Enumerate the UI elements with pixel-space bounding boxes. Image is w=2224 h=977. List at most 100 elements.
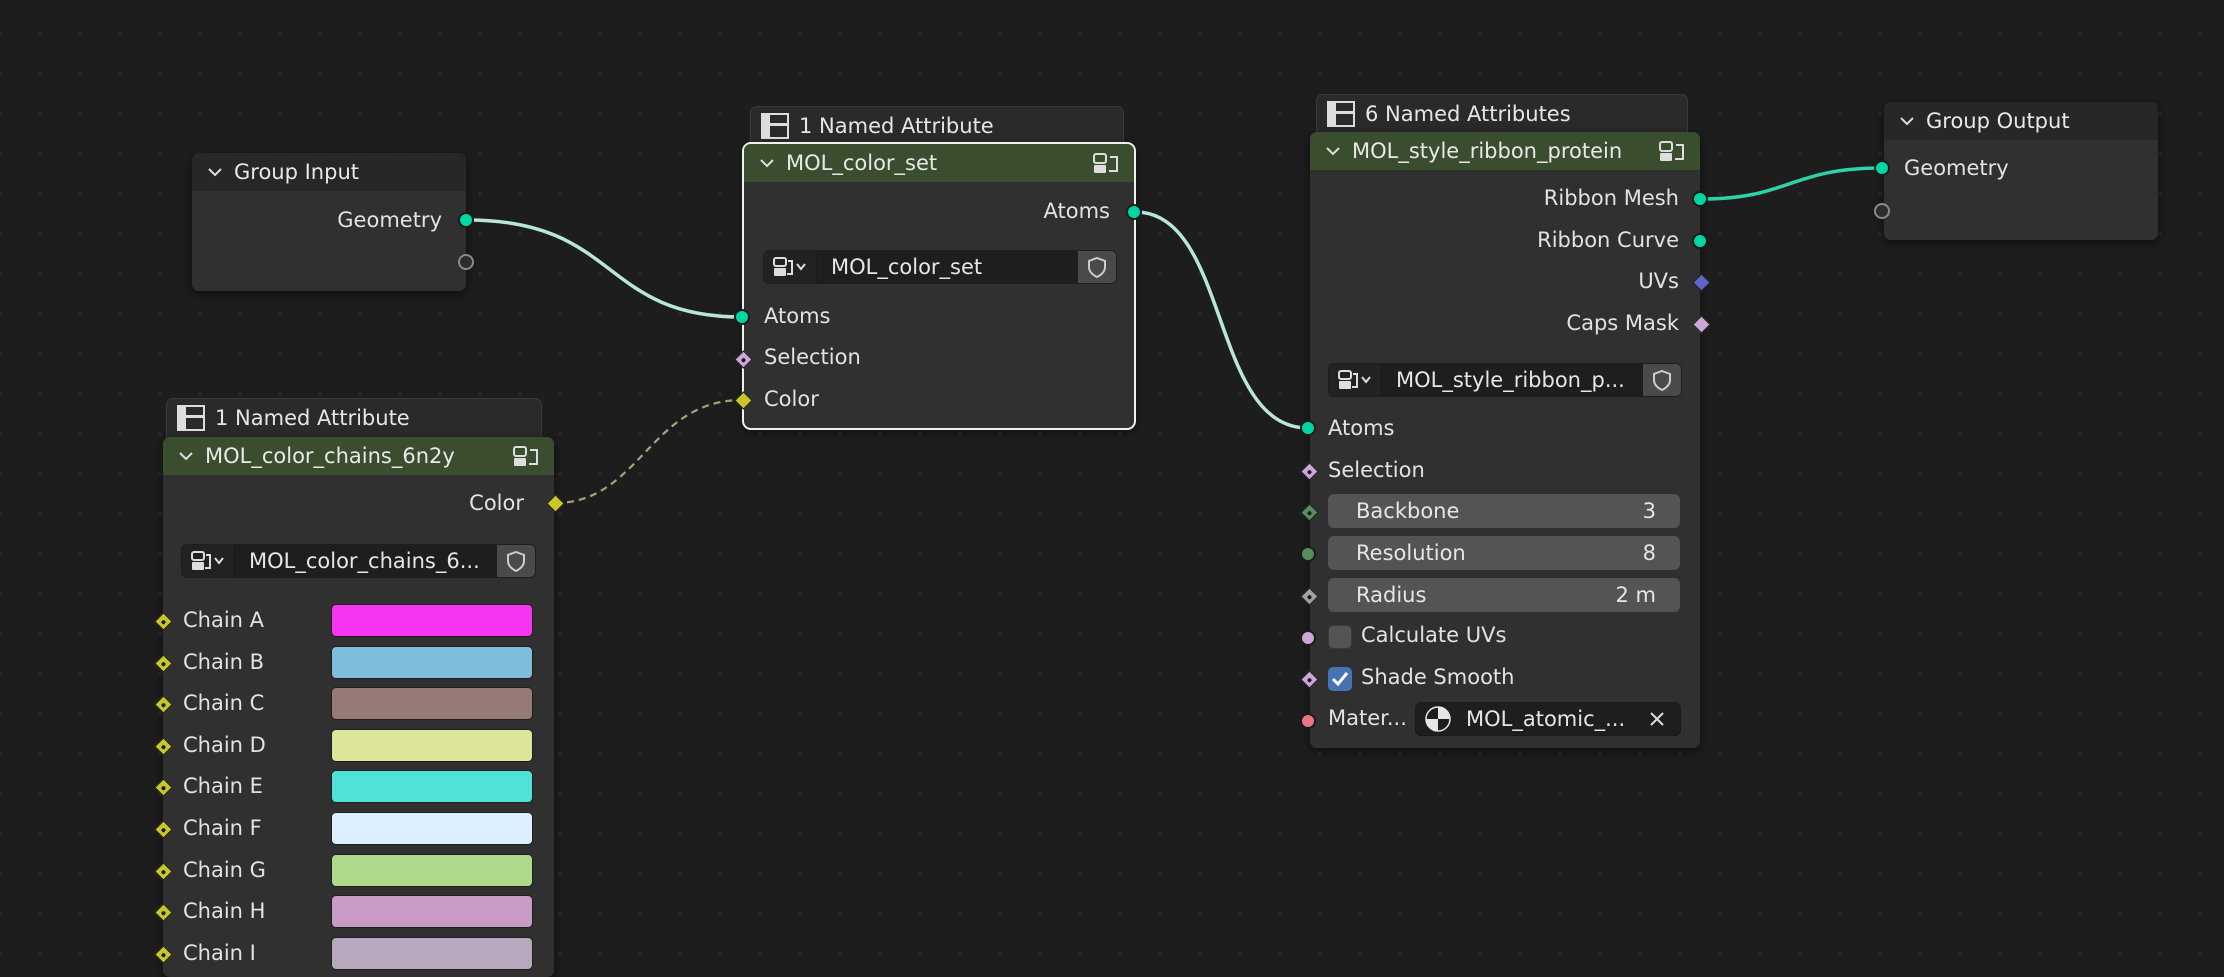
color-chains-header[interactable]: MOL_color_chains_6n2y xyxy=(163,437,554,475)
calculate-uvs-checkbox[interactable] xyxy=(1328,625,1352,649)
resolution-label: Resolution xyxy=(1356,541,1466,565)
chain-color-swatch[interactable] xyxy=(331,895,533,929)
ribbon-atoms-input-label: Atoms xyxy=(1328,416,1395,440)
color-chains-frame-label[interactable]: 1 Named Attribute xyxy=(166,398,542,438)
checkmark-icon xyxy=(1331,672,1349,687)
backbone-label: Backbone xyxy=(1356,499,1460,523)
ribbon-curve-output-socket[interactable] xyxy=(1692,233,1708,249)
ribbon-atoms-input-socket[interactable] xyxy=(1300,420,1316,436)
group-output-geometry-socket[interactable] xyxy=(1874,160,1890,176)
fake-user-shield-icon[interactable] xyxy=(497,545,535,577)
chain-label: Chain G xyxy=(183,857,266,882)
chain-color-swatch[interactable] xyxy=(331,604,533,637)
color-set-node[interactable]: MOL_color_set Atoms MOL_color_set Atoms … xyxy=(742,142,1136,430)
close-icon[interactable] xyxy=(1648,710,1666,728)
node-group-icon[interactable] xyxy=(512,444,540,468)
chain-color-swatch[interactable] xyxy=(331,936,533,970)
backbone-value: 3 xyxy=(1642,499,1656,523)
group-output-title: Group Output xyxy=(1926,109,2070,133)
uvs-output-label: UVs xyxy=(1638,269,1679,293)
color-chains-frame-text: 1 Named Attribute xyxy=(215,406,410,430)
color-set-color-input-label: Color xyxy=(764,387,819,411)
fake-user-shield-icon[interactable] xyxy=(1078,251,1116,283)
shade-smooth-checkbox[interactable] xyxy=(1328,667,1352,691)
link-color-set-to-ribbon[interactable] xyxy=(1134,210,1309,430)
chevron-down-icon[interactable] xyxy=(177,447,195,465)
material-sphere-icon xyxy=(1425,706,1451,732)
chain-label: Chain E xyxy=(183,774,263,799)
ribbon-mesh-output-socket[interactable] xyxy=(1692,191,1708,207)
chain-color-swatch[interactable] xyxy=(331,645,533,679)
ribbon-frame-label[interactable]: 6 Named Attributes xyxy=(1316,94,1688,134)
group-input-node[interactable]: Group Input Geometry xyxy=(192,153,466,291)
color-set-title: MOL_color_set xyxy=(786,151,938,175)
color-set-atoms-output-socket[interactable] xyxy=(1126,204,1142,220)
group-input-header[interactable]: Group Input xyxy=(192,153,466,191)
group-output-geometry-label: Geometry xyxy=(1904,156,2009,180)
link-group-input-to-color-set[interactable] xyxy=(466,218,743,319)
chain-label: Chain C xyxy=(183,691,265,716)
node-group-browse-icon[interactable] xyxy=(1329,364,1382,396)
color-set-selection-input-label: Selection xyxy=(764,345,861,369)
ribbon-node[interactable]: MOL_style_ribbon_protein Ribbon Mesh Rib… xyxy=(1310,132,1700,748)
color-set-atoms-output-label: Atoms xyxy=(1043,199,1110,223)
color-chains-node[interactable]: MOL_color_chains_6n2y Color MOL_color_ch… xyxy=(163,437,554,977)
resolution-value: 8 xyxy=(1642,541,1656,565)
chain-label: Chain D xyxy=(183,732,266,757)
color-set-atoms-input-socket[interactable] xyxy=(734,309,750,325)
node-group-icon[interactable] xyxy=(1658,139,1686,163)
color-set-group-selector[interactable]: MOL_color_set xyxy=(763,250,1117,284)
frame-icon xyxy=(177,405,205,431)
chain-label: Chain H xyxy=(183,899,266,924)
chevron-down-icon[interactable] xyxy=(758,154,776,172)
ribbon-group-name[interactable]: MOL_style_ribbon_p... xyxy=(1382,364,1643,396)
chain-color-swatch[interactable] xyxy=(331,687,533,721)
calculate-uvs-socket[interactable] xyxy=(1300,630,1316,646)
ribbon-group-selector[interactable]: MOL_style_ribbon_p... xyxy=(1328,363,1682,397)
color-chains-title: MOL_color_chains_6n2y xyxy=(205,444,455,468)
chain-label: Chain B xyxy=(183,649,265,674)
ribbon-mesh-output-label: Ribbon Mesh xyxy=(1543,186,1679,210)
group-output-empty-socket[interactable] xyxy=(1874,203,1890,219)
chain-color-swatch[interactable] xyxy=(331,853,533,887)
group-output-header[interactable]: Group Output xyxy=(1884,102,2158,140)
chain-color-swatch[interactable] xyxy=(331,728,533,762)
radius-label: Radius xyxy=(1356,583,1427,607)
color-set-frame-label[interactable]: 1 Named Attribute xyxy=(750,106,1124,146)
color-set-frame-text: 1 Named Attribute xyxy=(799,114,994,138)
radius-field[interactable]: Radius 2 m xyxy=(1328,578,1680,612)
color-chains-group-selector[interactable]: MOL_color_chains_6... xyxy=(181,544,536,578)
group-output-node[interactable]: Group Output Geometry xyxy=(1884,102,2158,240)
material-field[interactable]: MOL_atomic_... xyxy=(1415,702,1681,736)
resolution-socket[interactable] xyxy=(1300,546,1316,562)
chevron-down-icon[interactable] xyxy=(1898,112,1916,130)
chain-label: Chain I xyxy=(183,940,256,965)
group-input-geometry-socket[interactable] xyxy=(458,212,474,228)
link-ribbon-to-group-output[interactable] xyxy=(1700,166,1883,201)
color-set-header[interactable]: MOL_color_set xyxy=(744,144,1134,182)
material-value: MOL_atomic_... xyxy=(1466,707,1626,731)
node-group-browse-icon[interactable] xyxy=(182,545,235,577)
caps-mask-output-label: Caps Mask xyxy=(1566,311,1679,335)
node-group-browse-icon[interactable] xyxy=(764,251,817,283)
resolution-field[interactable]: Resolution 8 xyxy=(1328,536,1680,570)
group-input-geometry-label: Geometry xyxy=(337,208,442,232)
chain-label: Chain A xyxy=(183,608,265,632)
chevron-down-icon[interactable] xyxy=(206,163,224,181)
link-color-chains-to-color-set[interactable] xyxy=(554,398,743,505)
color-chains-group-name[interactable]: MOL_color_chains_6... xyxy=(235,545,497,577)
node-group-icon[interactable] xyxy=(1092,151,1120,175)
color-set-group-name[interactable]: MOL_color_set xyxy=(817,251,1078,283)
frame-icon xyxy=(761,113,789,139)
material-socket[interactable] xyxy=(1300,713,1316,729)
group-input-empty-socket[interactable] xyxy=(458,254,474,270)
backbone-field[interactable]: Backbone 3 xyxy=(1328,494,1680,528)
chain-color-swatch[interactable] xyxy=(331,770,533,804)
fake-user-shield-icon[interactable] xyxy=(1643,364,1681,396)
ribbon-title: MOL_style_ribbon_protein xyxy=(1352,139,1623,163)
chain-color-swatch[interactable] xyxy=(331,812,533,845)
chevron-down-icon[interactable] xyxy=(1324,142,1342,160)
ribbon-header[interactable]: MOL_style_ribbon_protein xyxy=(1310,132,1700,170)
material-label: Mater... xyxy=(1328,706,1407,730)
chain-label: Chain F xyxy=(183,816,262,840)
